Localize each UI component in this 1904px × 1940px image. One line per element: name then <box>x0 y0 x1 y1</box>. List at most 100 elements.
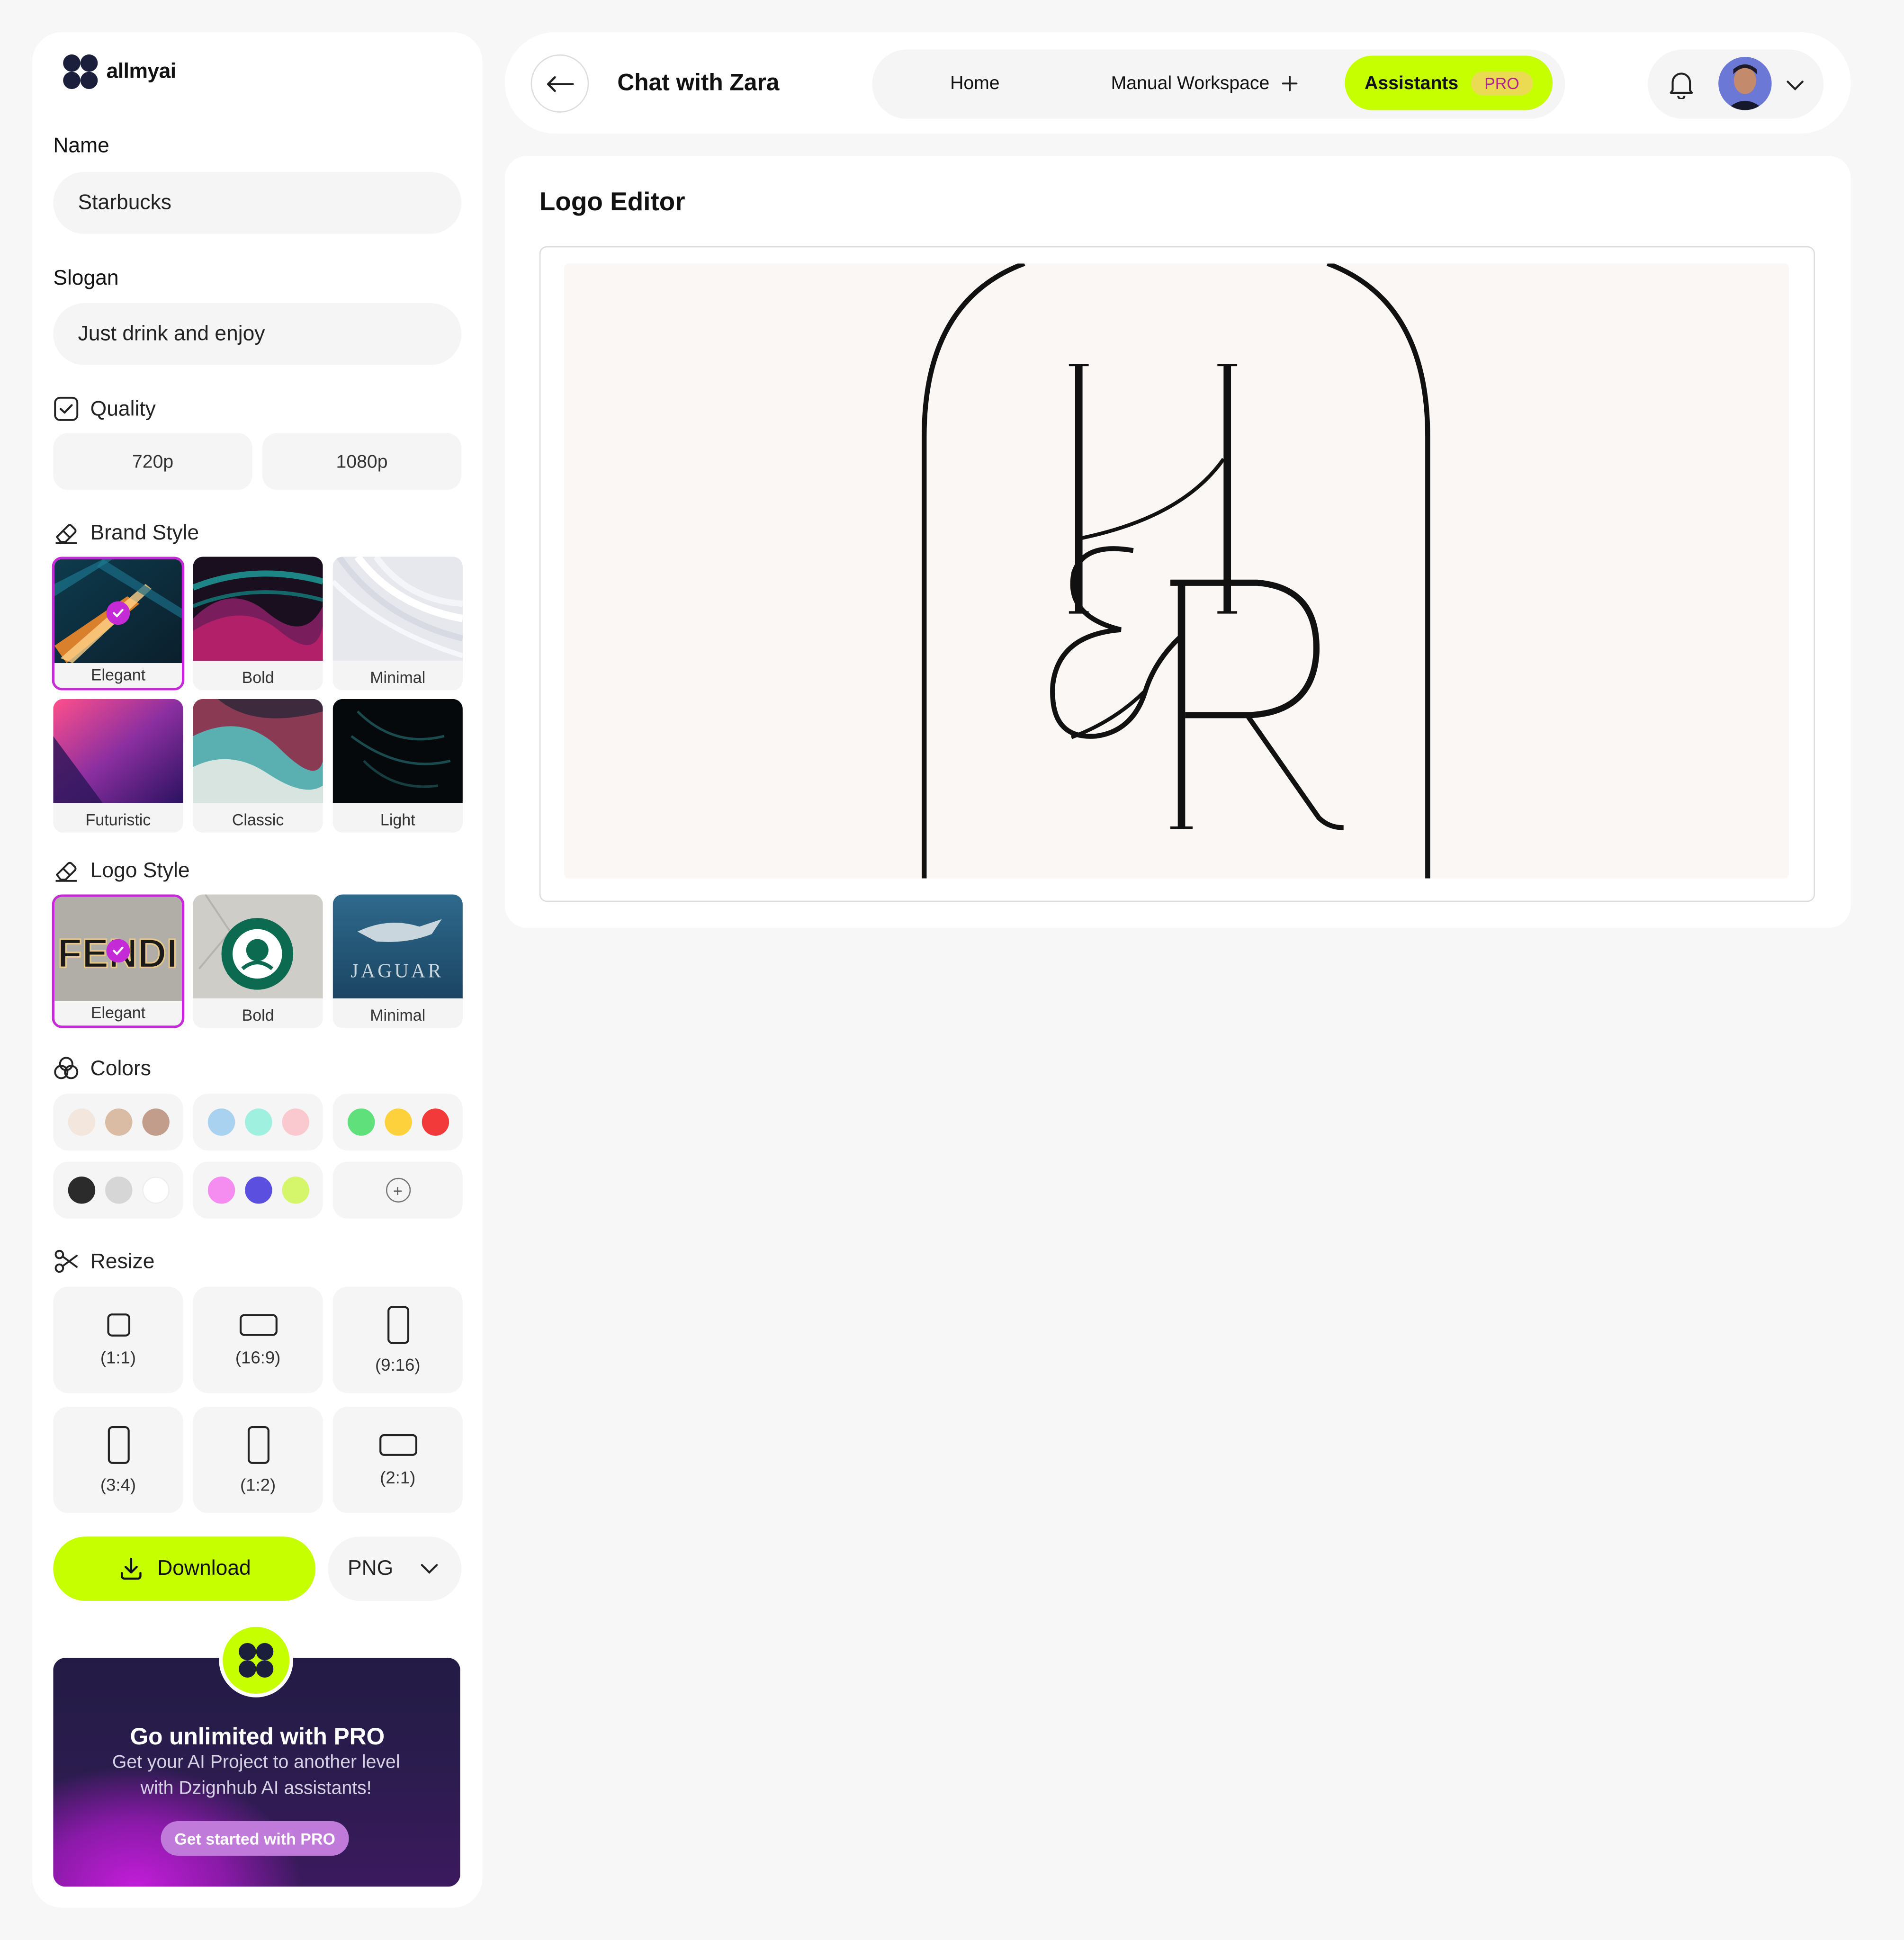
download-icon <box>121 1558 142 1580</box>
brand-style-label: Futuristic <box>85 810 151 829</box>
nav-home[interactable]: Home <box>950 73 1000 94</box>
resize-label: (2:1) <box>380 1467 416 1487</box>
color-swatch <box>104 1108 132 1136</box>
nav-workspace-label: Manual Workspace <box>1111 73 1270 94</box>
brand-style-label: Classic <box>232 810 284 829</box>
get-started-pro-button[interactable]: Get started with PRO <box>161 1821 349 1856</box>
bold-thumbnail <box>193 557 323 661</box>
page-title: Chat with Zara <box>617 70 780 97</box>
brand-logo[interactable]: allmyai <box>62 53 176 90</box>
brand-style-title: Brand Style <box>90 520 199 544</box>
logo-style-label: Bold <box>242 1006 274 1024</box>
brand-style-section-title: Brand Style <box>53 520 199 546</box>
resize-option-16-9[interactable]: (16:9) <box>193 1286 323 1393</box>
selected-check-icon <box>106 939 130 963</box>
resize-option-3-4[interactable]: (3:4) <box>53 1406 183 1513</box>
starbucks-thumbnail <box>193 894 323 998</box>
brand-style-label: Bold <box>242 668 274 687</box>
promo-text-line1: Get your AI Project to another level <box>112 1751 400 1773</box>
color-swatch <box>244 1177 272 1204</box>
scissors-icon <box>54 1249 78 1273</box>
color-palette-4[interactable] <box>53 1161 183 1219</box>
sidebar: allmyai Name Slogan Quality 720p 1080p B… <box>32 32 483 1908</box>
download-label: Download <box>157 1556 251 1580</box>
resize-option-9-16[interactable]: (9:16) <box>332 1286 463 1393</box>
logo-style-tile-bold[interactable]: Bold <box>193 894 323 1028</box>
back-button[interactable] <box>530 54 589 113</box>
canvas-frame <box>539 246 1815 902</box>
download-button[interactable]: Download <box>53 1536 316 1601</box>
portrait-rect-icon <box>107 1426 129 1464</box>
brand-style-tile-bold[interactable]: Bold <box>193 557 323 691</box>
resize-title: Resize <box>90 1248 155 1273</box>
logo-style-tile-elegant[interactable]: FENDI Elegant <box>52 894 185 1028</box>
color-swatch <box>104 1177 132 1204</box>
quality-section-title: Quality <box>53 396 156 422</box>
brand-style-tile-elegant[interactable]: Elegant <box>52 557 185 691</box>
format-select[interactable]: PNG <box>328 1536 462 1601</box>
logo-style-section-title: Logo Style <box>53 857 190 883</box>
brand-style-label: Minimal <box>370 668 426 687</box>
brand-style-label: Elegant <box>90 665 146 684</box>
brand-style-tile-light[interactable]: Light <box>332 699 463 833</box>
nav-home-label: Home <box>950 73 1000 94</box>
color-palette-5[interactable] <box>193 1161 323 1219</box>
quality-option-1080p[interactable]: 1080p <box>262 433 462 490</box>
resize-section-title: Resize <box>53 1248 154 1275</box>
color-palette-2[interactable] <box>193 1094 323 1151</box>
bell-icon[interactable] <box>1668 69 1695 99</box>
pro-badge: PRO <box>1471 71 1533 95</box>
eraser-icon <box>55 524 77 544</box>
resize-option-1-2[interactable]: (1:2) <box>193 1406 323 1513</box>
brand-style-tile-classic[interactable]: Classic <box>193 699 323 833</box>
resize-option-1-1[interactable]: (1:1) <box>53 1286 183 1393</box>
selected-check-icon <box>106 601 130 625</box>
avatar[interactable] <box>1718 57 1772 110</box>
resize-label: (3:4) <box>100 1474 136 1495</box>
logo-style-tile-minimal[interactable]: JAGUAR Minimal <box>332 894 463 1028</box>
color-swatch <box>67 1108 95 1136</box>
landscape-rect-icon <box>239 1314 277 1336</box>
quality-option-720p[interactable]: 720p <box>53 433 252 490</box>
checkbox-icon <box>54 396 79 421</box>
brand-style-label: Light <box>380 810 415 829</box>
top-bar: Chat with Zara Home Manual Workspace Ass… <box>504 32 1851 134</box>
color-swatch <box>384 1108 412 1136</box>
color-swatch <box>67 1177 95 1204</box>
color-swatch <box>244 1108 272 1136</box>
color-swatch <box>421 1108 449 1136</box>
portrait-rect-icon <box>386 1306 409 1344</box>
nav-manual-workspace[interactable]: Manual Workspace <box>1111 73 1298 94</box>
add-color-button[interactable]: + <box>332 1161 463 1219</box>
nav-assistants-label: Assistants <box>1365 72 1459 94</box>
jaguar-thumbnail: JAGUAR <box>332 894 463 998</box>
color-swatch <box>207 1108 234 1136</box>
resize-label: (16:9) <box>235 1347 281 1367</box>
chevron-down-icon[interactable] <box>1785 79 1805 91</box>
color-palette-1[interactable] <box>53 1094 183 1151</box>
slogan-input[interactable] <box>53 303 462 365</box>
logo-style-title: Logo Style <box>90 858 190 882</box>
allmyai-logo-icon <box>63 54 98 90</box>
resize-option-2-1[interactable]: (2:1) <box>332 1406 463 1513</box>
plus-icon: + <box>385 1177 410 1203</box>
resize-label: (1:1) <box>100 1347 136 1367</box>
square-icon <box>107 1313 130 1337</box>
brand-style-tile-futuristic[interactable]: Futuristic <box>53 699 183 833</box>
monogram-logo-artwork <box>922 263 1430 879</box>
minimal-thumbnail <box>332 557 463 661</box>
nav-assistants[interactable]: Assistants PRO <box>1345 55 1553 110</box>
promo-text-line2: with Dzignhub AI assistants! <box>140 1778 372 1799</box>
classic-thumbnail <box>193 699 323 803</box>
eraser-icon <box>55 862 77 882</box>
quality-title: Quality <box>90 396 156 420</box>
user-photo-icon <box>1718 57 1772 110</box>
resize-label: (9:16) <box>375 1355 421 1375</box>
logo-canvas[interactable] <box>564 263 1789 879</box>
futuristic-thumbnail <box>53 699 183 803</box>
portrait-rect-icon <box>247 1426 269 1464</box>
color-palette-3[interactable] <box>332 1094 463 1151</box>
brand-style-tile-minimal[interactable]: Minimal <box>332 557 463 691</box>
name-input[interactable] <box>53 172 462 234</box>
colors-title: Colors <box>90 1056 152 1080</box>
